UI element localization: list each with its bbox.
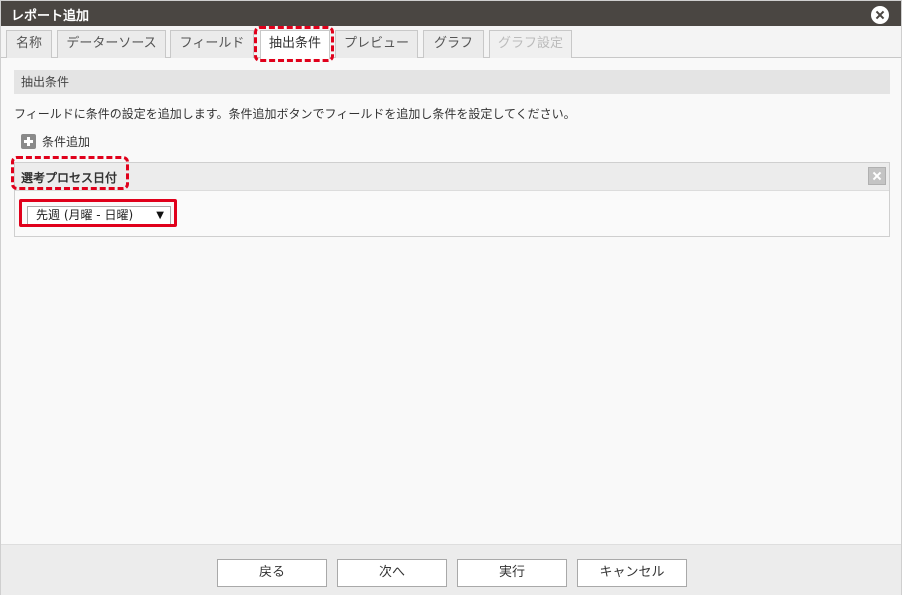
tab-preview[interactable]: プレビュー [335, 30, 418, 58]
condition-header: 選考プロセス日付 [15, 163, 889, 191]
add-condition-label: 条件追加 [42, 134, 91, 149]
dialog-footer: 戻る 次へ 実行 キャンセル [1, 544, 901, 595]
report-add-dialog: レポート追加 名称 データーソース フィールド 抽出条件 プレビュー グラフ グ… [0, 0, 902, 595]
tab-filter-conditions[interactable]: 抽出条件 [260, 30, 330, 59]
back-button[interactable]: 戻る [217, 559, 327, 587]
date-range-selected-value: 先週 (月曜 - 日曜) [36, 208, 134, 222]
plus-icon [21, 133, 36, 149]
date-range-select[interactable]: 先週 (月曜 - 日曜) ▼ [27, 206, 171, 225]
next-button[interactable]: 次へ [337, 559, 447, 587]
add-condition-button[interactable]: 条件追加 [21, 132, 90, 150]
section-header: 抽出条件 [14, 70, 890, 94]
condition-field-title: 選考プロセス日付 [21, 171, 118, 185]
tab-fields[interactable]: フィールド [170, 30, 254, 58]
tab-graph-settings: グラフ設定 [489, 30, 572, 58]
remove-condition-icon[interactable] [868, 167, 886, 185]
tab-name[interactable]: 名称 [6, 30, 52, 58]
dropdown-arrow-icon: ▼ [156, 210, 164, 221]
tab-graph[interactable]: グラフ [423, 30, 484, 58]
tab-bar: 名称 データーソース フィールド 抽出条件 プレビュー グラフ グラフ設定 [1, 26, 901, 59]
run-button[interactable]: 実行 [457, 559, 567, 587]
tab-datasource[interactable]: データーソース [57, 30, 166, 58]
close-icon[interactable] [871, 6, 889, 24]
cancel-button[interactable]: キャンセル [577, 559, 687, 587]
dialog-titlebar: レポート追加 [1, 1, 901, 26]
section-description: フィールドに条件の設定を追加します。条件追加ボタンでフィールドを追加し条件を設定… [14, 107, 576, 121]
condition-panel: 選考プロセス日付 先週 (月曜 - 日曜) ▼ [14, 162, 890, 237]
dialog-title: レポート追加 [11, 9, 90, 24]
